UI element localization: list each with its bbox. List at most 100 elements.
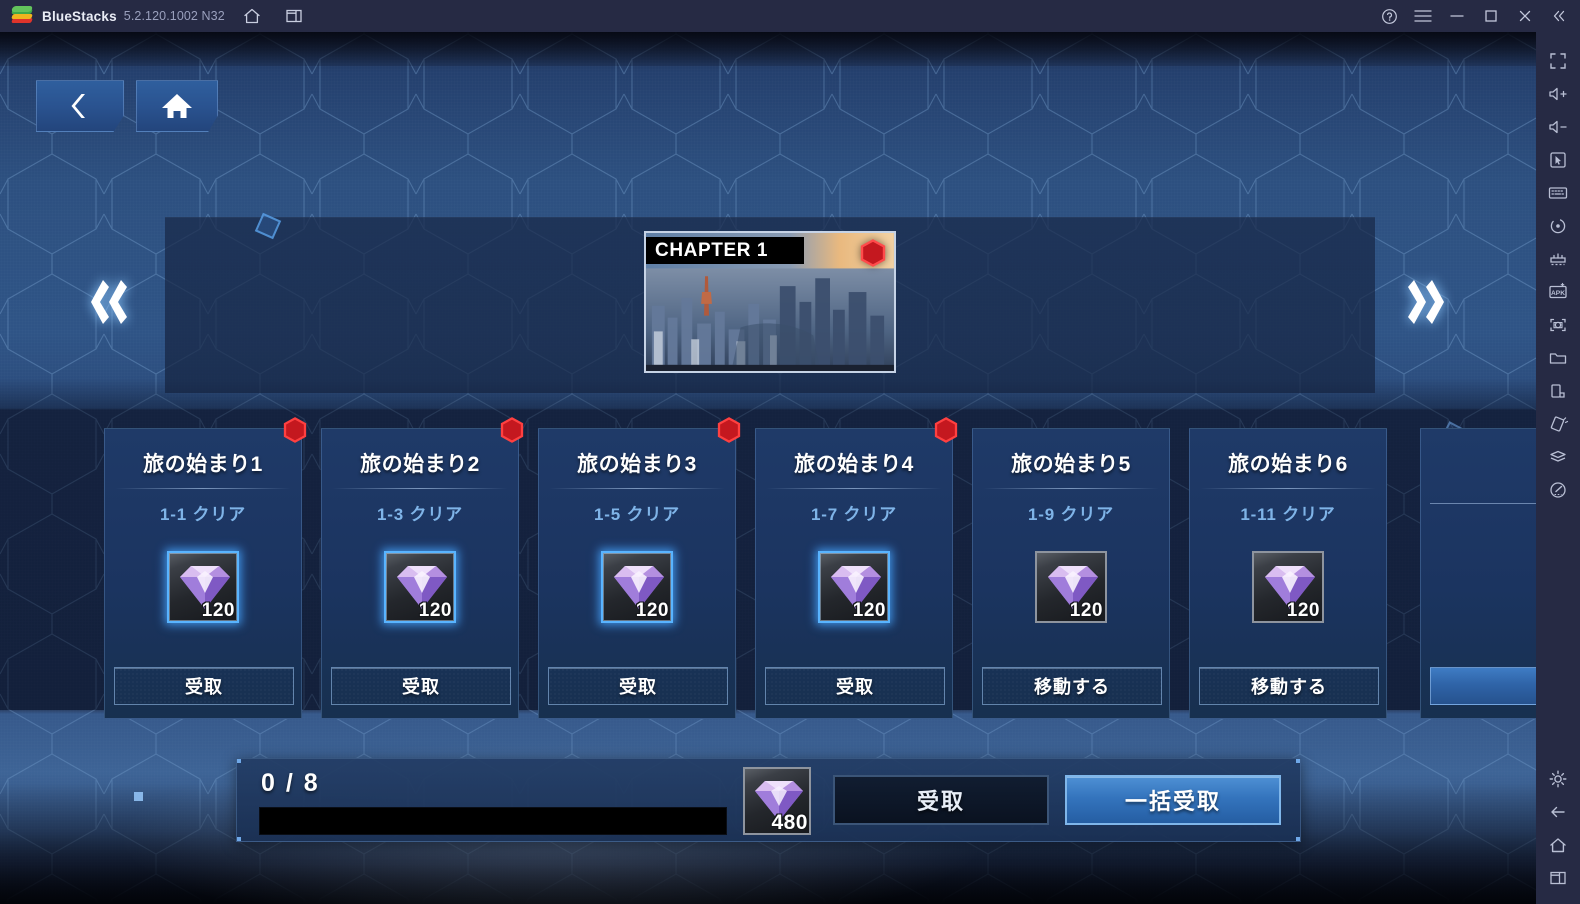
home-icon[interactable] — [237, 3, 267, 29]
home-icon[interactable] — [1536, 828, 1580, 861]
install-apk-icon[interactable]: APK — [1536, 275, 1580, 308]
claim-button[interactable]: 受取 — [833, 775, 1049, 825]
card-separator — [983, 488, 1159, 489]
app-version: 5.2.120.1002 N32 — [123, 9, 225, 23]
mission-card-title: 旅の始まり1 — [143, 453, 263, 476]
chapter-label: CHAPTER 1 — [646, 237, 804, 264]
reward-quantity: 120 — [201, 600, 235, 621]
mission-card[interactable]: 旅の始まり1 1-1 クリア 120 受取 — [104, 417, 307, 719]
mission-card[interactable]: 旅の始まり3 1-5 クリア 120 受取 — [538, 417, 741, 719]
mission-card-subtitle: 1-5 クリア — [594, 505, 680, 524]
reward-quantity: 120 — [418, 600, 452, 621]
mission-card[interactable]: 旅の始まり6 1-11 クリア 120 移動する — [1189, 428, 1387, 719]
app-window: BlueStacks 5.2.120.1002 N32 APK CHAPTER … — [0, 0, 1580, 904]
card-separator — [1200, 488, 1376, 489]
claim-button[interactable]: 受取 — [765, 667, 945, 705]
bluestacks-sidebar: APK — [1536, 32, 1580, 904]
total-reward-quantity: 480 — [771, 811, 808, 834]
minimize-icon[interactable] — [1440, 0, 1474, 32]
claim-button[interactable]: 受取 — [114, 667, 294, 705]
sidebar-bottom-tools — [1536, 762, 1580, 904]
back-arrow-icon[interactable] — [1536, 795, 1580, 828]
multi-instance-icon[interactable] — [279, 3, 309, 29]
mission-card-subtitle: 1-9 クリア — [1028, 505, 1114, 524]
mission-card-title: 旅の始まり3 — [577, 453, 697, 476]
help-icon[interactable] — [1372, 0, 1406, 32]
macro-icon[interactable] — [1536, 242, 1580, 275]
media-folder-icon[interactable] — [1536, 341, 1580, 374]
reward-quantity: 120 — [1286, 600, 1320, 621]
chevron-left-icon — [71, 94, 85, 118]
total-reward-gem: 480 — [743, 767, 811, 835]
reward-slot: 120 — [167, 551, 239, 623]
card-separator — [1430, 503, 1536, 504]
top-shade — [0, 32, 1536, 66]
prev-chapter-button[interactable] — [71, 274, 141, 330]
decorative-square — [134, 792, 143, 801]
fullscreen-icon[interactable] — [1536, 44, 1580, 77]
next-chapter-button[interactable] — [1394, 274, 1464, 330]
mission-card-title: 旅の始まり5 — [1011, 453, 1131, 476]
card-separator — [332, 488, 508, 489]
volume-down-icon[interactable] — [1536, 110, 1580, 143]
home-icon — [162, 94, 192, 118]
red-hex-notification-icon — [717, 417, 741, 684]
claim-button[interactable]: 受取 — [331, 667, 511, 705]
sidebar-top-tools: APK — [1536, 32, 1580, 506]
reward-slot: 120 — [1035, 551, 1107, 623]
card-action-button-partial[interactable] — [1430, 667, 1536, 705]
rotate-icon[interactable] — [1536, 209, 1580, 242]
maximize-icon[interactable] — [1474, 0, 1508, 32]
volume-up-icon[interactable] — [1536, 77, 1580, 110]
collapse-sidebar-icon[interactable] — [1542, 0, 1576, 32]
recents-icon[interactable] — [1536, 861, 1580, 894]
mission-card[interactable]: 旅の始まり2 1-3 クリア 120 受取 — [321, 417, 524, 719]
close-icon[interactable] — [1508, 0, 1542, 32]
card-separator — [115, 488, 291, 489]
mission-card[interactable]: 旅の始まり4 1-7 クリア 120 受取 — [755, 417, 958, 719]
claim-all-button[interactable]: 一括受取 — [1065, 775, 1281, 825]
reward-quantity: 120 — [852, 600, 886, 621]
mission-card-title: 旅の始まり6 — [1228, 453, 1348, 476]
game-viewport: CHAPTER 1 旅の始まり1 1-1 クリア 120 受取 旅の始まり2 1… — [0, 32, 1536, 904]
reward-quantity: 120 — [635, 600, 669, 621]
back-button[interactable] — [36, 80, 124, 132]
mission-card-partial[interactable] — [1420, 428, 1536, 719]
mission-card[interactable]: 旅の始まり5 1-9 クリア 120 移動する — [972, 428, 1170, 719]
mission-card-row: 旅の始まり1 1-1 クリア 120 受取 旅の始まり2 1-3 クリア 120 — [104, 417, 1494, 719]
pointer-icon[interactable] — [1536, 143, 1580, 176]
claim-button[interactable]: 受取 — [548, 667, 728, 705]
chapter-card[interactable]: CHAPTER 1 — [644, 231, 896, 373]
reward-slot: 120 — [601, 551, 673, 623]
card-separator — [549, 488, 725, 489]
red-hex-notification-icon — [934, 417, 958, 684]
window-controls — [1372, 0, 1580, 32]
card-separator — [766, 488, 942, 489]
keyboard-icon[interactable] — [1536, 176, 1580, 209]
red-hex-notification-icon — [500, 417, 524, 684]
menu-icon[interactable] — [1406, 0, 1440, 32]
red-hex-notification-icon — [860, 239, 886, 267]
bluestacks-logo-icon — [10, 6, 34, 25]
progress-count-label: 0 / 8 — [261, 769, 320, 797]
instance-icon[interactable] — [1536, 374, 1580, 407]
go-to-stage-button[interactable]: 移動する — [982, 667, 1162, 705]
screenshot-icon[interactable] — [1536, 308, 1580, 341]
location-icon[interactable] — [1536, 473, 1580, 506]
mission-card-subtitle: 1-11 クリア — [1240, 505, 1336, 524]
reward-footer-bar: 0 / 8 480 受取 一括受取 — [236, 758, 1301, 842]
mission-card-title: 旅の始まり4 — [794, 453, 914, 476]
multi-instance-manager-icon[interactable] — [1536, 440, 1580, 473]
gear-icon[interactable] — [1536, 762, 1580, 795]
progress-bar-track — [259, 807, 727, 835]
go-to-stage-button[interactable]: 移動する — [1199, 667, 1379, 705]
shake-icon[interactable] — [1536, 407, 1580, 440]
home-button[interactable] — [136, 80, 218, 132]
mission-card-subtitle: 1-7 クリア — [811, 505, 897, 524]
reward-slot: 120 — [1252, 551, 1324, 623]
double-chevron-right-icon — [1408, 280, 1444, 324]
mission-card-subtitle: 1-3 クリア — [377, 505, 463, 524]
reward-slot: 120 — [818, 551, 890, 623]
double-chevron-left-icon — [91, 280, 127, 324]
reward-slot: 120 — [384, 551, 456, 623]
